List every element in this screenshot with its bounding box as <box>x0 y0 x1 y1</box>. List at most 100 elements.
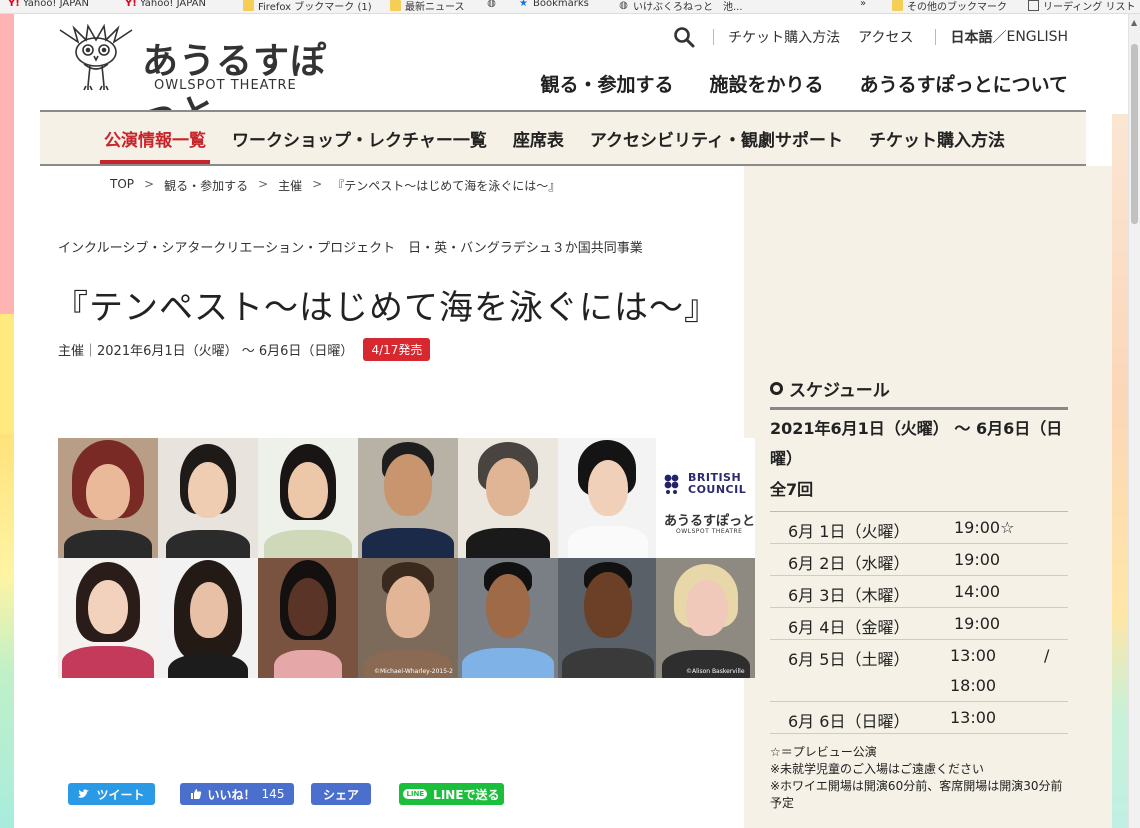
nav-watch-participate[interactable]: 観る・参加する <box>541 70 674 97</box>
access-link[interactable]: アクセス <box>858 27 913 47</box>
like-button[interactable]: いいね！ 145 <box>180 783 294 805</box>
breadcrumb-watch[interactable]: 観る・参加する <box>164 177 248 194</box>
like-count: 145 <box>261 787 285 801</box>
bookmark-label: その他のブックマーク <box>907 2 1007 13</box>
owlspot-logo-small-en: OWLSPOT THEATRE <box>676 528 743 535</box>
nav-rent-facility[interactable]: 施設をかりる <box>710 70 824 97</box>
schedule-time: 14:00 <box>954 582 1001 601</box>
bookmark-label: Yahoo! JAPAN <box>23 0 89 9</box>
yahoo-icon: Y! <box>125 0 137 9</box>
photo-credit: ©Michael-Wharley-2015-2 <box>374 668 454 675</box>
folder-icon <box>892 0 903 11</box>
page-scrollbar[interactable]: ▲ <box>1128 14 1140 828</box>
folder-icon <box>243 0 254 11</box>
bookmark-label: 最新ニュース <box>405 2 465 13</box>
cast-photo <box>58 558 158 678</box>
logo-text-en: OWLSPOT THEATRE <box>154 78 297 93</box>
schedule-date: 6月 4日（金曜） <box>788 618 910 637</box>
line-label: LINEで送る <box>433 787 500 802</box>
scroll-up-icon[interactable]: ▲ <box>1131 18 1137 27</box>
star-icon: ★ <box>519 0 528 9</box>
british-council-text: BRITISH COUNCIL <box>688 471 747 496</box>
bookmark-yahoo-2[interactable]: Y! Yahoo! JAPAN <box>125 0 206 9</box>
utility-nav: チケット購入方法 アクセス 日本語 ／ ENGLISH <box>673 26 1068 48</box>
like-label: いいね！ <box>207 787 256 802</box>
left-color-strip <box>0 14 14 828</box>
line-send-button[interactable]: LINE LINEで送る <box>399 783 504 805</box>
lang-separator: ／ <box>992 30 1007 46</box>
bookmark-label: いけぶくろねっと 池... <box>633 2 743 13</box>
note-children: ※未就学児童のご入場はご遠慮ください <box>770 762 985 776</box>
schedule-time: 19:00☆ <box>954 518 1015 537</box>
share-button[interactable]: シェア <box>311 783 371 805</box>
breadcrumb-host[interactable]: 主催 <box>278 177 302 194</box>
bookmark-firefox-folder[interactable]: Firefox ブックマーク (1) <box>243 0 372 13</box>
divider <box>713 29 715 45</box>
share-label: シェア <box>322 787 359 802</box>
schedule-time: 19:00 <box>954 614 1001 633</box>
yahoo-icon: Y! <box>8 0 20 9</box>
lang-japanese-link[interactable]: 日本語 <box>950 27 992 47</box>
tweet-label: ツイート <box>96 787 145 802</box>
schedule-count: 全7回 <box>770 480 814 499</box>
subnav-seating-chart[interactable]: 座席表 <box>513 126 564 151</box>
bookmark-bookmarks[interactable]: ★ Bookmarks <box>518 0 589 9</box>
search-icon[interactable] <box>673 26 695 48</box>
schedule-table: 6月 1日（火曜） 19:00☆ 6月 2日（水曜） 19:00 6月 3日（木… <box>770 511 1068 734</box>
cast-photo <box>158 558 258 678</box>
photo-credit: ©Alison Baskerville <box>686 668 745 675</box>
schedule-heading-label: スケジュール <box>789 381 890 401</box>
partner-logos: BRITISH COUNCIL あうるすぽっと OWLSPOT THEATRE <box>656 438 755 558</box>
owl-logo-icon <box>59 23 133 91</box>
cast-photo <box>358 438 458 558</box>
schedule-time-separator: / <box>1044 646 1050 665</box>
bookmark-overflow[interactable]: » <box>860 0 866 9</box>
breadcrumb-separator: > <box>312 177 323 191</box>
folder-icon <box>390 0 401 11</box>
reading-list-icon <box>1028 0 1039 11</box>
line-icon: LINE <box>403 789 428 799</box>
site-logo[interactable]: あうるすぽっと OWLSPOT THEATRE <box>56 22 346 134</box>
globe-icon: ◍ <box>619 0 628 11</box>
bookmark-ikebukuro[interactable]: ◍ いけぶくろねっと 池... <box>618 0 743 13</box>
subnav-ticket-guide[interactable]: チケット購入方法 <box>869 126 1005 151</box>
subnav-accessibility[interactable]: アクセシビリティ・観劇サポート <box>590 126 843 151</box>
schedule-time: 19:00 <box>954 550 1001 569</box>
schedule-notes: ☆＝プレビュー公演 ※未就学児童のご入場はご遠慮ください ※ホワイエ開場は開演6… <box>770 744 1070 812</box>
cast-photo <box>58 438 158 558</box>
schedule-row: 6月 5日（土曜） 13:00 / 18:00 <box>770 640 1068 702</box>
bookmark-yahoo-1[interactable]: Y! Yahoo! JAPAN <box>8 0 89 9</box>
circle-bullet-icon <box>770 382 783 395</box>
on-sale-badge: 4/17発売 <box>363 338 431 361</box>
cast-photo: ©Alison Baskerville <box>656 558 755 678</box>
cast-photo: ©Michael-Wharley-2015-2 <box>358 558 458 678</box>
event-subtitle: インクルーシブ・シアタークリエーション・プロジェクト 日・英・バングラデシュ３か… <box>58 241 643 256</box>
event-meta: 主催｜2021年6月1日（火曜） ～ 6月6日（日曜） 4/17発売 <box>58 338 431 361</box>
breadcrumb-top[interactable]: TOP <box>110 177 134 194</box>
schedule-time: 13:00 <box>950 708 997 727</box>
ticket-guide-link[interactable]: チケット購入方法 <box>728 27 840 47</box>
bookmark-globe[interactable]: ◍ <box>486 0 497 9</box>
schedule-date: 6月 1日（火曜） <box>788 522 910 541</box>
subnav-workshops[interactable]: ワークショップ・レクチャー一覧 <box>232 126 487 151</box>
bookmark-news-folder[interactable]: 最新ニュース <box>390 0 465 13</box>
chevron-right-icon: » <box>860 0 867 9</box>
lang-english-link[interactable]: ENGLISH <box>1006 29 1068 45</box>
cast-photo <box>458 558 558 678</box>
breadcrumb: TOP > 観る・参加する > 主催 > 『テンペスト～はじめて海を泳ぐには～』 <box>110 177 560 194</box>
schedule-date: 6月 3日（木曜） <box>788 586 910 605</box>
schedule-date: 6月 2日（水曜） <box>788 554 910 573</box>
schedule-row: 6月 2日（水曜） 19:00 <box>770 544 1068 576</box>
subnav-performances[interactable]: 公演情報一覧 <box>100 126 210 164</box>
bookmark-label: Yahoo! JAPAN <box>140 0 206 9</box>
nav-about[interactable]: あうるすぽっとについて <box>860 70 1068 97</box>
bookmark-other-folder[interactable]: その他のブックマーク <box>892 0 1007 13</box>
schedule-heading: スケジュール <box>770 376 1068 410</box>
bookmark-reading-list[interactable]: リーディング リスト <box>1028 0 1135 13</box>
tweet-button[interactable]: ツイート <box>68 783 155 805</box>
sub-nav: 公演情報一覧 ワークショップ・レクチャー一覧 座席表 アクセシビリティ・観劇サポ… <box>40 112 1086 166</box>
scroll-thumb[interactable] <box>1131 44 1138 224</box>
twitter-bird-icon <box>78 789 90 798</box>
bookmarks-bar: Y! Yahoo! JAPAN Y! Yahoo! JAPAN Firefox ブッ… <box>0 0 1140 14</box>
divider <box>935 29 937 45</box>
